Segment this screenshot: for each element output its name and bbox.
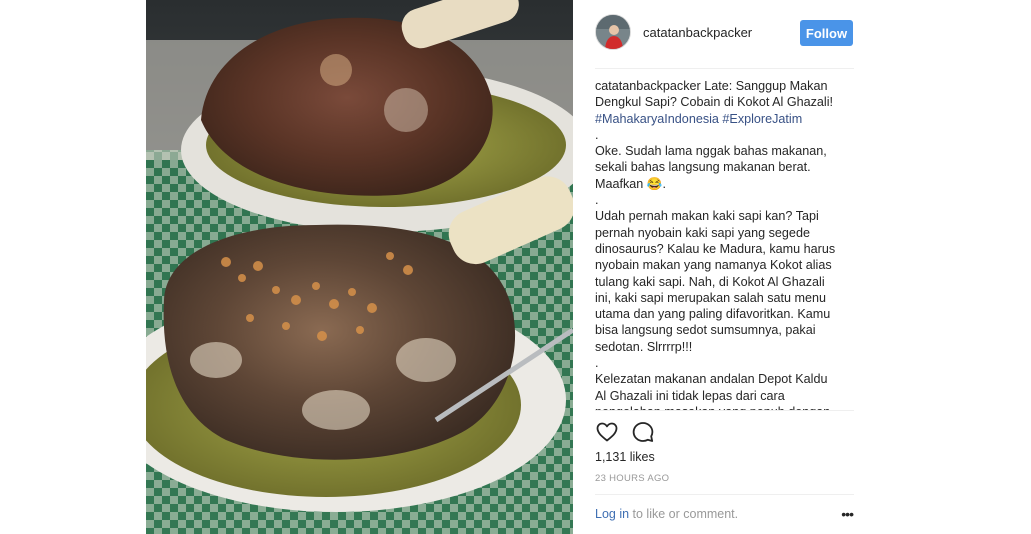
login-prompt: Log in to like or comment. (595, 507, 738, 521)
post-sidebar: catatanbackpacker Follow catatanbackpack… (595, 0, 854, 534)
caption-dot: . (595, 127, 599, 142)
caption-paragraph: Kelezatan makanan andalan Depot Kaldu Al… (595, 372, 830, 410)
caption-author[interactable]: catatanbackpacker (595, 79, 701, 93)
caption-dot: . (595, 193, 599, 208)
username[interactable]: catatanbackpacker (643, 25, 752, 40)
caption-paragraph: Oke. Sudah lama nggak bahas makanan, sek… (595, 144, 831, 191)
divider (595, 494, 854, 495)
hashtag-link[interactable]: #ExploreJatim (722, 112, 802, 126)
avatar[interactable] (595, 14, 631, 50)
timestamp: 23 HOURS AGO (595, 473, 670, 484)
hashtag-link[interactable]: #MahakaryaIndonesia (595, 112, 719, 126)
instagram-post: catatanbackpacker Follow catatanbackpack… (146, 0, 854, 534)
post-photo[interactable] (146, 0, 573, 534)
caption-paragraph: Udah pernah makan kaki sapi kan? Tapi pe… (595, 209, 839, 354)
action-bar (595, 420, 715, 444)
login-text: to like or comment. (629, 507, 739, 521)
divider (595, 410, 854, 411)
caption: catatanbackpacker Late: Sanggup Makan De… (595, 78, 841, 410)
divider (595, 68, 854, 69)
likes-count[interactable]: 1,131 likes (595, 450, 655, 464)
food-photo-image (146, 0, 573, 534)
avatar-photo-icon (596, 15, 630, 49)
post-header: catatanbackpacker Follow (595, 14, 854, 54)
comment-icon[interactable] (631, 420, 655, 444)
more-options-button[interactable]: ••• (841, 507, 854, 521)
caption-dot: . (595, 356, 599, 371)
heart-icon[interactable] (595, 420, 619, 444)
login-link[interactable]: Log in (595, 507, 629, 521)
follow-button[interactable]: Follow (800, 20, 853, 46)
